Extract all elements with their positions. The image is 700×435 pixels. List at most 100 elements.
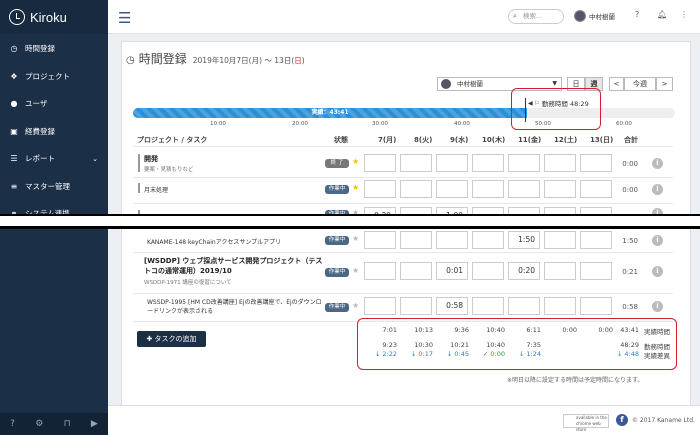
status-badge: 作業中: [325, 185, 349, 194]
time-cell[interactable]: [400, 154, 432, 172]
col-day-header: 9(水): [450, 136, 469, 144]
time-cell[interactable]: 0:20: [508, 262, 540, 280]
time-cell[interactable]: [400, 297, 432, 315]
summary-diff: ↓ 0:17: [410, 350, 433, 358]
task-title[interactable]: [WSDDP] ウェブ採点サービス開発プロジェクト（テストコの通常運用）2019…: [144, 256, 324, 276]
lock-icon[interactable]: ⊓: [64, 419, 71, 429]
help-icon[interactable]: ?: [10, 419, 15, 429]
top-bar: ☰ ⌕ 検索... 中村樹蘭 ? 🔔︎ ⋮: [108, 0, 700, 34]
row-divider: [133, 252, 673, 253]
time-cell[interactable]: [472, 180, 504, 198]
time-cell[interactable]: [400, 262, 432, 280]
time-cell[interactable]: [544, 180, 576, 198]
briefcase-icon: ▣: [10, 126, 18, 136]
time-cell[interactable]: [544, 231, 576, 249]
time-cell[interactable]: [364, 231, 396, 249]
time-cell[interactable]: [436, 180, 468, 198]
tick-label: 60:00: [616, 121, 632, 127]
time-cell[interactable]: 0:01: [436, 262, 468, 280]
hamburger-menu-icon[interactable]: ☰: [118, 9, 131, 27]
time-cell[interactable]: [436, 154, 468, 172]
summary-work: 9:23: [382, 341, 397, 349]
star-icon[interactable]: ★: [352, 301, 359, 310]
info-icon[interactable]: i: [652, 301, 663, 312]
summary-actual: 0:00: [562, 326, 577, 334]
info-icon[interactable]: i: [652, 184, 663, 195]
summary-actual: 6:11: [526, 326, 541, 334]
col-day-header: 7(月): [378, 136, 397, 144]
next-week-button[interactable]: >: [656, 77, 673, 91]
status-badge: 作業中: [325, 268, 349, 277]
sidebar-item-user[interactable]: ● ユーザ: [0, 90, 108, 118]
gear-icon[interactable]: ⚙: [35, 419, 43, 429]
more-icon[interactable]: ⋮: [680, 10, 688, 19]
star-icon[interactable]: ★: [352, 234, 359, 243]
time-cell[interactable]: [508, 297, 540, 315]
summary-diff: ↓ 2:22: [374, 350, 397, 358]
star-icon[interactable]: ★: [352, 183, 359, 192]
info-icon[interactable]: i: [652, 235, 663, 246]
clock-icon: ◷: [126, 55, 135, 66]
time-cell[interactable]: [544, 297, 576, 315]
this-week-button[interactable]: 今週: [624, 77, 656, 91]
time-cell[interactable]: [580, 154, 612, 172]
row-total: 0:58: [622, 303, 638, 311]
prev-week-button[interactable]: <: [609, 77, 624, 91]
sidebar-item-project[interactable]: ❖ プロジェクト: [0, 63, 108, 91]
time-cell[interactable]: [364, 154, 396, 172]
time-cell[interactable]: [472, 262, 504, 280]
time-cell[interactable]: [364, 180, 396, 198]
time-cell[interactable]: 0:58: [436, 297, 468, 315]
summary-work: 10:30: [414, 341, 433, 349]
screenshot-gap: [0, 216, 700, 226]
row-divider: [133, 146, 673, 147]
time-cell[interactable]: [472, 231, 504, 249]
task-title[interactable]: KANAME-148 keyChainアクセスサンプルアプリ: [147, 237, 281, 246]
sidebar-item-master[interactable]: ≡ マスター管理: [0, 173, 108, 201]
time-cell[interactable]: [400, 180, 432, 198]
time-cell[interactable]: [436, 231, 468, 249]
time-cell[interactable]: [544, 262, 576, 280]
time-cell[interactable]: [544, 154, 576, 172]
star-icon[interactable]: ★: [352, 266, 359, 275]
time-cell[interactable]: [580, 297, 612, 315]
time-cell[interactable]: [508, 180, 540, 198]
help-icon[interactable]: ?: [635, 10, 639, 19]
app-logo[interactable]: Kiroku: [0, 0, 108, 34]
user-menu[interactable]: 中村樹蘭: [574, 10, 615, 22]
time-entry-panel: ◷ 時間登録 2019年10月7日(月) ～ 13日(日) 中村樹蘭 ▼ 日 週 …: [121, 41, 691, 434]
sidebar-item-time[interactable]: ◷ 時間登録: [0, 35, 108, 63]
avatar: [441, 79, 451, 89]
task-title[interactable]: 月末処理: [144, 185, 168, 194]
time-cell[interactable]: [472, 297, 504, 315]
time-cell[interactable]: [364, 262, 396, 280]
time-cell[interactable]: [472, 154, 504, 172]
col-task-header: プロジェクト / タスク: [137, 136, 208, 144]
info-icon[interactable]: i: [652, 266, 663, 277]
col-total-header: 合計: [624, 136, 638, 144]
page-footer: available in the chrome web store f © 20…: [108, 405, 700, 435]
chrome-webstore-badge[interactable]: available in the chrome web store: [563, 414, 609, 432]
sidebar-item-expense[interactable]: ▣ 経費登録: [0, 118, 108, 146]
time-cell[interactable]: [364, 297, 396, 315]
sidebar-item-report[interactable]: ☰ レポート ⌄: [0, 145, 108, 173]
row-total: 0:21: [622, 268, 638, 276]
time-cell[interactable]: [580, 262, 612, 280]
add-task-button[interactable]: ✚ タスクの追加: [137, 331, 206, 347]
time-cell[interactable]: [580, 231, 612, 249]
sidebar-footer: ? ⚙ ⊓ ▶: [0, 413, 108, 435]
bell-icon[interactable]: 🔔︎: [657, 10, 667, 19]
play-icon[interactable]: ▶: [91, 419, 98, 429]
time-cell[interactable]: 1:50: [508, 231, 540, 249]
summary-work: 7:35: [526, 341, 541, 349]
tick-label: 40:00: [454, 121, 470, 127]
time-cell[interactable]: [508, 154, 540, 172]
time-cell[interactable]: [400, 231, 432, 249]
task-title[interactable]: WSSDP-1995 [HM CD改善講座] Ejの改善講座で、Ejのダウンロー…: [147, 298, 327, 316]
info-icon[interactable]: i: [652, 158, 663, 169]
task-title[interactable]: 開発: [144, 154, 158, 164]
time-cell[interactable]: [580, 180, 612, 198]
star-icon[interactable]: ★: [352, 157, 359, 166]
facebook-icon[interactable]: f: [616, 414, 628, 426]
search-input[interactable]: ⌕ 検索...: [508, 9, 564, 24]
